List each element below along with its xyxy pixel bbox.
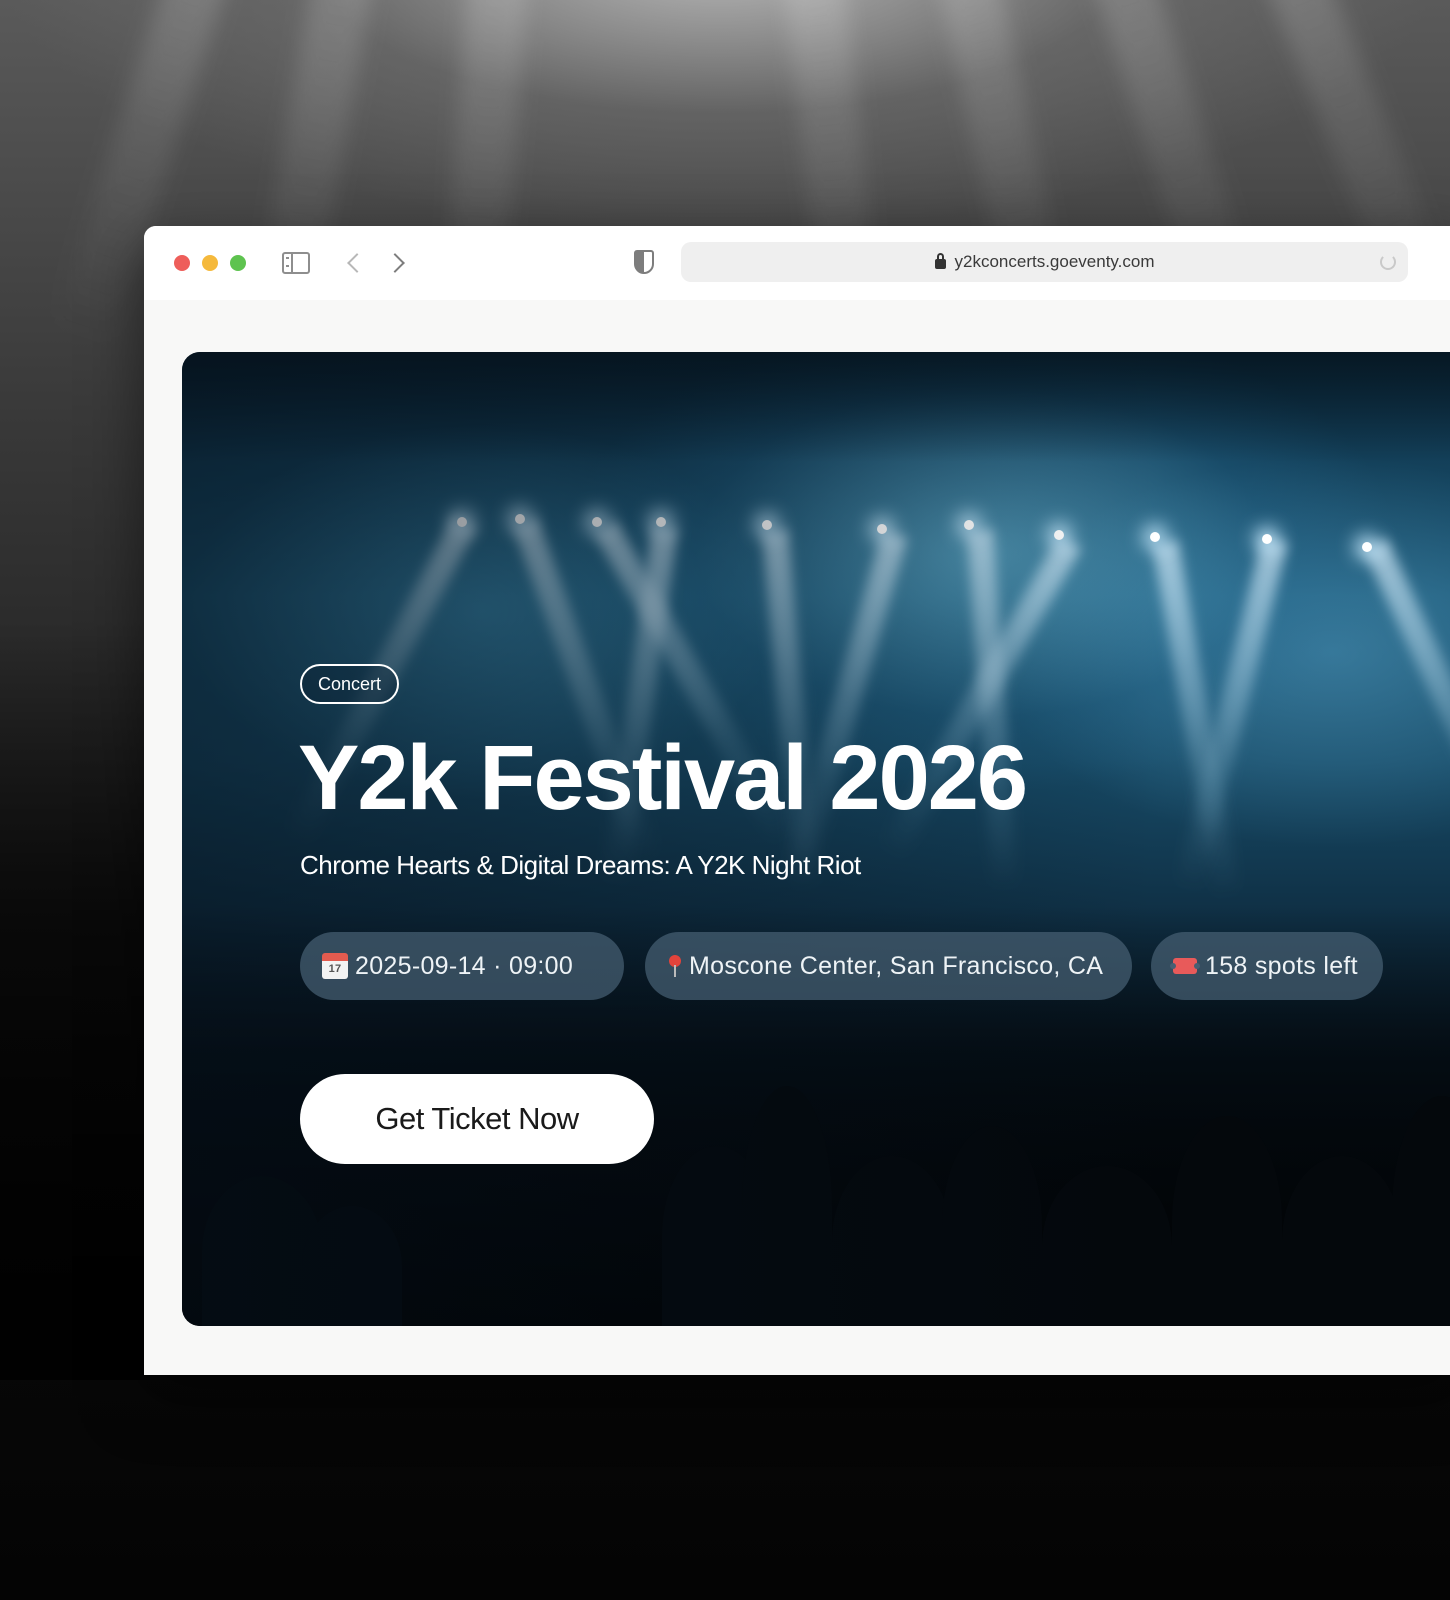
reload-icon[interactable] <box>1380 254 1396 270</box>
close-window-button[interactable] <box>174 255 190 271</box>
event-datetime: 2025-09-14 · 09:00 <box>355 951 574 980</box>
event-title: Y2k Festival 2026 <box>298 727 1028 829</box>
zoom-window-button[interactable] <box>230 255 246 271</box>
map-pin-icon <box>669 955 681 977</box>
calendar-icon: 17 <box>322 953 348 979</box>
back-chevron-icon[interactable] <box>347 253 367 273</box>
backdrop-crowd-shadow <box>0 620 150 1380</box>
spots-left: 158 spots left <box>1205 951 1358 980</box>
address-bar[interactable]: y2kconcerts.goeventy.com <box>681 242 1408 282</box>
url-text: y2kconcerts.goeventy.com <box>954 252 1155 271</box>
event-date-chip: 17 2025-09-14 · 09:00 <box>300 932 624 1000</box>
privacy-shield-icon[interactable] <box>634 250 654 274</box>
spots-left-chip: 158 spots left <box>1151 932 1383 1000</box>
hero-overlay <box>182 352 1450 1326</box>
backdrop: y2kconcerts.goeventy.com Concert Y2k Fes… <box>0 0 1450 1600</box>
browser-toolbar: y2kconcerts.goeventy.com <box>144 226 1450 300</box>
get-ticket-button[interactable]: Get Ticket Now <box>300 1074 654 1164</box>
event-subtitle: Chrome Hearts & Digital Dreams: A Y2K Ni… <box>300 850 861 880</box>
lock-icon <box>934 253 946 269</box>
ticket-icon <box>1170 958 1200 974</box>
minimize-window-button[interactable] <box>202 255 218 271</box>
browser-window: y2kconcerts.goeventy.com Concert Y2k Fes… <box>144 226 1450 1375</box>
category-badge: Concert <box>300 664 400 704</box>
event-location: Moscone Center, San Francisco, CA <box>689 951 1104 980</box>
sidebar-toggle-icon[interactable] <box>282 252 310 274</box>
event-hero-card: Concert Y2k Festival 2026 Chrome Hearts … <box>182 352 1450 1326</box>
forward-chevron-icon[interactable] <box>385 253 405 273</box>
event-location-chip: Moscone Center, San Francisco, CA <box>645 932 1132 1000</box>
